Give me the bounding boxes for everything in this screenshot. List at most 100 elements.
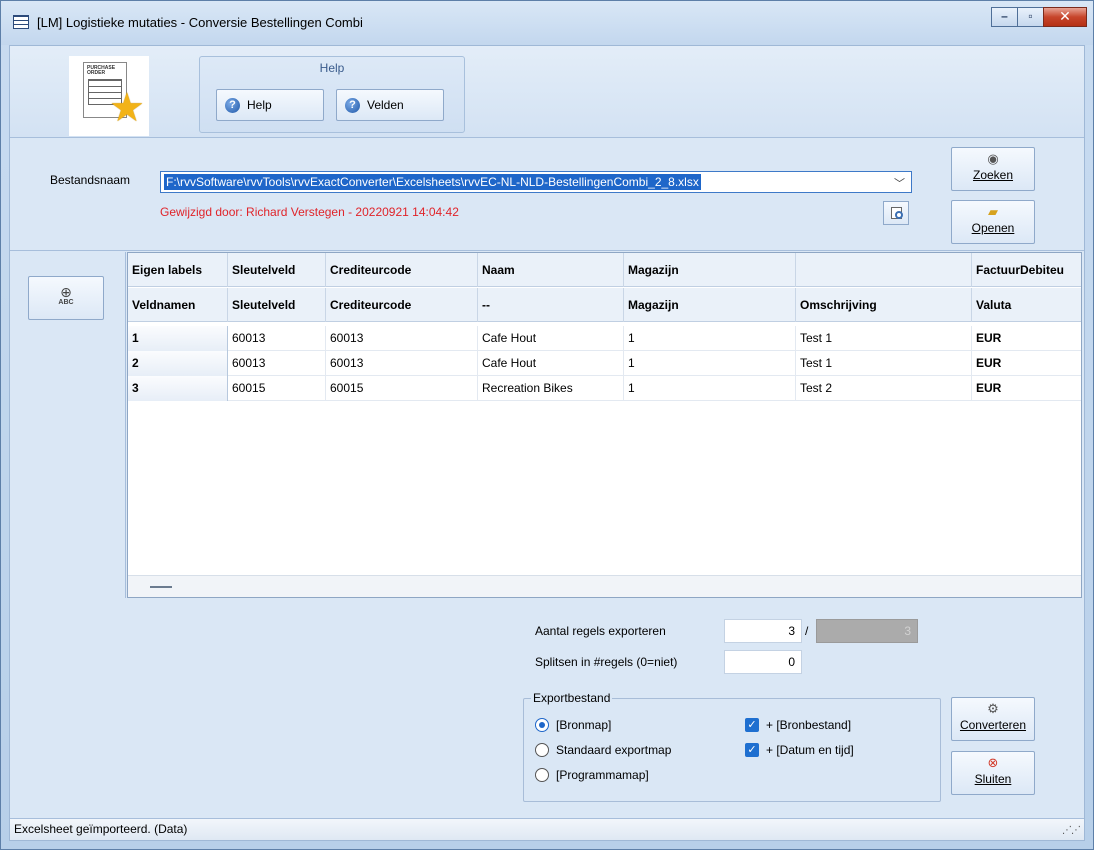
table-row[interactable]: 1 60013 60013 Cafe Hout 1 Test 1 EUR — [128, 326, 1081, 351]
header-cell[interactable]: FactuurDebiteu — [972, 253, 1081, 287]
radio-dot[interactable] — [535, 718, 549, 732]
filename-combobox[interactable]: F:\rvvSoftware\rvvTools\rvvExactConverte… — [160, 171, 912, 193]
filename-value[interactable]: F:\rvvSoftware\rvvTools\rvvExactConverte… — [164, 174, 701, 190]
file-section: Bestandsnaam F:\rvvSoftware\rvvTools\rvv… — [10, 139, 1084, 251]
export-panel: Aantal regels exporteren 3 / 3 Splitsen … — [10, 599, 1084, 815]
header-cell[interactable]: Omschrijving — [796, 288, 972, 322]
header-cell[interactable]: Naam — [478, 253, 624, 287]
open-button[interactable]: ▰ Openen — [951, 200, 1035, 244]
main-window: [LM] Logistieke mutaties - Conversie Bes… — [0, 0, 1094, 850]
search-button-label: Zoeken — [972, 168, 1014, 182]
checkbox-label: + [Datum en tijd] — [766, 743, 854, 757]
data-grid[interactable]: Eigen labels Sleutelveld Crediteurcode N… — [127, 252, 1082, 598]
header-cell[interactable]: Sleutelveld — [228, 253, 326, 287]
close-button[interactable]: ⊗ Sluiten — [951, 751, 1035, 795]
table-cell[interactable]: 1 — [624, 351, 796, 376]
row-number[interactable]: 3 — [128, 376, 228, 401]
star-icon: ★ — [109, 86, 145, 130]
table-cell[interactable]: Test 1 — [796, 351, 972, 376]
help-group: Help ? Help ? Velden — [199, 56, 465, 133]
abc-icon-text: ABC — [58, 299, 74, 306]
checkbox-source-file[interactable]: ✓ + [Bronbestand] — [745, 718, 851, 732]
question-icon: ? — [345, 98, 360, 113]
header-cell[interactable]: -- — [478, 288, 624, 322]
horizontal-scrollbar[interactable] — [128, 575, 1081, 597]
table-cell[interactable]: Test 2 — [796, 376, 972, 401]
status-text: Excelsheet geïmporteerd. (Data) — [14, 822, 188, 836]
folder-open-icon: ▰ — [988, 204, 998, 219]
header-cell[interactable]: Valuta — [972, 288, 1081, 322]
client-area: PURCHASE ORDER ★ Help ? Help ? Velden Be… — [9, 45, 1085, 841]
export-rows-input[interactable]: 3 — [724, 619, 802, 643]
row-number[interactable]: 1 — [128, 326, 228, 351]
table-cell[interactable]: 60015 — [326, 376, 478, 401]
header-cell[interactable] — [796, 253, 972, 287]
radio-dot[interactable] — [535, 768, 549, 782]
checkmark-icon[interactable]: ✓ — [745, 718, 759, 732]
table-cell[interactable]: Test 1 — [796, 326, 972, 351]
fields-button[interactable]: ? Velden — [336, 89, 444, 121]
radio-program-folder[interactable]: [Programmamap] — [535, 768, 649, 782]
help-group-title: Help — [319, 61, 345, 75]
ribbon: PURCHASE ORDER ★ Help ? Help ? Velden — [10, 46, 1084, 138]
table-cell[interactable]: Cafe Hout — [478, 351, 624, 376]
help-button-label: Help — [247, 98, 272, 112]
split-rows-label: Splitsen in #regels (0=niet) — [535, 655, 678, 669]
table-cell[interactable]: EUR — [972, 326, 1081, 351]
close-window-button[interactable]: ✕ — [1043, 7, 1087, 27]
table-cell[interactable]: 60013 — [326, 326, 478, 351]
status-bar: Excelsheet geïmporteerd. (Data) ⋰⋰ — [10, 818, 1084, 840]
globe-abc-icon: ⊕ — [60, 284, 72, 300]
checkbox-date-time[interactable]: ✓ + [Datum en tijd] — [745, 743, 854, 757]
convert-button[interactable]: ⚙ Converteren — [951, 697, 1035, 741]
table-cell[interactable]: Recreation Bikes — [478, 376, 624, 401]
table-cell[interactable]: 60013 — [326, 351, 478, 376]
header-cell[interactable]: Crediteurcode — [326, 253, 478, 287]
maximize-button[interactable]: ▫ — [1017, 7, 1044, 27]
radio-dot[interactable] — [535, 743, 549, 757]
table-row[interactable]: 2 60013 60013 Cafe Hout 1 Test 1 EUR — [128, 351, 1081, 376]
radio-standard-export-folder[interactable]: Standaard exportmap — [535, 743, 671, 757]
help-button[interactable]: ? Help — [216, 89, 324, 121]
minimize-icon: – — [1001, 9, 1008, 23]
row-number[interactable]: 2 — [128, 351, 228, 376]
title-bar[interactable]: [LM] Logistieke mutaties - Conversie Bes… — [1, 1, 1093, 45]
rows-separator: / — [805, 624, 809, 638]
header-cell[interactable]: Crediteurcode — [326, 288, 478, 322]
close-red-icon: ⊗ — [987, 755, 999, 770]
preview-button[interactable] — [883, 201, 909, 225]
table-cell[interactable]: EUR — [972, 351, 1081, 376]
header-cell[interactable]: Veldnamen — [128, 288, 228, 322]
open-button-label: Openen — [971, 221, 1015, 235]
export-file-group: Exportbestand [Bronmap] Standaard export… — [523, 691, 941, 802]
minimize-button[interactable]: – — [991, 7, 1018, 27]
chevron-down-icon[interactable]: ﹀ — [894, 175, 905, 191]
header-cell[interactable]: Eigen labels — [128, 253, 228, 287]
table-cell[interactable]: EUR — [972, 376, 1081, 401]
header-row-fieldnames: Veldnamen Sleutelveld Crediteurcode -- M… — [128, 288, 1081, 322]
radio-source-folder[interactable]: [Bronmap] — [535, 718, 611, 732]
header-cell[interactable]: Magazijn — [624, 253, 796, 287]
table-cell[interactable]: 60013 — [228, 326, 326, 351]
split-rows-input[interactable]: 0 — [724, 650, 802, 674]
filename-label: Bestandsnaam — [50, 173, 131, 187]
purchase-order-logo-text: PURCHASE ORDER — [87, 65, 116, 76]
labels-toggle-button[interactable]: ⊕ ABC — [28, 276, 104, 320]
table-cell[interactable]: 60013 — [228, 351, 326, 376]
scrollbar-thumb[interactable] — [150, 586, 172, 588]
table-cell[interactable]: 60015 — [228, 376, 326, 401]
table-cell[interactable]: 1 — [624, 326, 796, 351]
checkmark-icon[interactable]: ✓ — [745, 743, 759, 757]
export-rows-label: Aantal regels exporteren — [535, 624, 666, 638]
table-cell[interactable]: Cafe Hout — [478, 326, 624, 351]
table-row[interactable]: 3 60015 60015 Recreation Bikes 1 Test 2 … — [128, 376, 1081, 401]
header-cell[interactable]: Sleutelveld — [228, 288, 326, 322]
header-cell[interactable]: Magazijn — [624, 288, 796, 322]
resize-grip-icon[interactable]: ⋰⋰ — [1062, 825, 1081, 836]
close-icon: ✕ — [1059, 8, 1071, 24]
search-button[interactable]: ◉ Zoeken — [951, 147, 1035, 191]
radio-label: [Programmamap] — [556, 768, 649, 782]
modified-by-text: Gewijzigd door: Richard Verstegen - 2022… — [160, 205, 459, 219]
table-cell[interactable]: 1 — [624, 376, 796, 401]
fields-button-label: Velden — [367, 98, 404, 112]
